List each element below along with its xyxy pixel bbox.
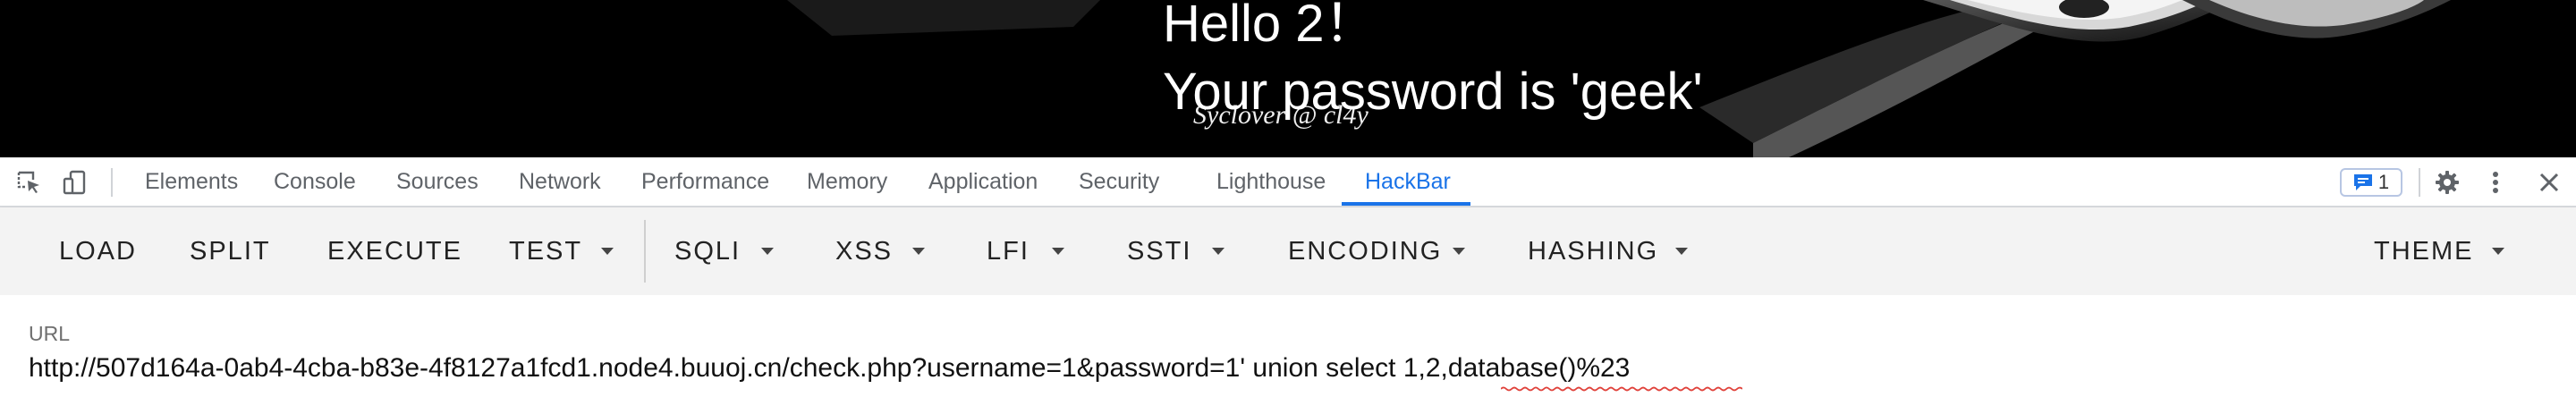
more-options-icon[interactable] (2479, 166, 2512, 198)
devtools-tab-bar: Elements Console Sources Network Perform… (0, 157, 2576, 207)
tab-security[interactable]: Security (1079, 157, 1159, 206)
url-input[interactable]: http://507d164a-0ab4-4cba-b83e-4f8127a1f… (29, 351, 2551, 386)
chevron-down-icon (2492, 248, 2504, 255)
tab-application[interactable]: Application (928, 157, 1038, 206)
issues-badge[interactable]: 1 (2340, 168, 2402, 197)
load-button[interactable]: LOAD (59, 207, 137, 295)
xss-menu-button[interactable]: XSS (835, 207, 893, 295)
tab-console[interactable]: Console (274, 157, 356, 206)
lfi-menu-button[interactable]: LFI (987, 207, 1030, 295)
page-viewport: Hello 2！ Syclover @ cl4y Your password i… (0, 0, 2576, 157)
toolbar-divider (2419, 168, 2420, 197)
ssti-menu-button[interactable]: SSTI (1127, 207, 1191, 295)
message-icon (2353, 174, 2372, 190)
active-tab-indicator (1342, 202, 1470, 206)
password-message: Your password is 'geek' (1163, 63, 1703, 121)
chevron-down-icon (1675, 248, 1688, 255)
hello-message: Hello 2！ (1163, 0, 1377, 53)
tab-sources[interactable]: Sources (396, 157, 479, 206)
url-label: URL (29, 322, 71, 345)
tab-hackbar[interactable]: HackBar (1365, 157, 1451, 206)
hackbar-toolbar: LOAD SPLIT EXECUTE TEST SQLI XSS LFI SST… (0, 207, 2576, 295)
chevron-down-icon (1052, 248, 1064, 255)
tab-lighthouse[interactable]: Lighthouse (1216, 157, 1326, 206)
sqli-menu-button[interactable]: SQLI (674, 207, 741, 295)
tab-performance[interactable]: Performance (641, 157, 769, 206)
chevron-down-icon (912, 248, 925, 255)
split-button[interactable]: SPLIT (190, 207, 271, 295)
tab-elements[interactable]: Elements (145, 157, 238, 206)
chevron-down-icon (1212, 248, 1224, 255)
spellcheck-underline (1501, 386, 1742, 392)
theme-menu-button[interactable]: THEME (2374, 207, 2474, 295)
hashing-menu-button[interactable]: HASHING (1528, 207, 1658, 295)
inspect-element-icon[interactable] (13, 166, 45, 198)
chevron-down-icon (761, 248, 774, 255)
tab-memory[interactable]: Memory (807, 157, 887, 206)
toolbar-divider (644, 220, 646, 283)
issues-count: 1 (2377, 171, 2390, 193)
encoding-menu-button[interactable]: ENCODING (1288, 207, 1442, 295)
toolbar-divider (111, 168, 113, 197)
gear-icon[interactable] (2431, 166, 2463, 198)
tab-network[interactable]: Network (519, 157, 601, 206)
chevron-down-icon (1453, 248, 1465, 255)
url-field-container: URL http://507d164a-0ab4-4cba-b83e-4f812… (0, 295, 2576, 397)
chevron-down-icon (601, 248, 614, 255)
close-icon[interactable] (2533, 166, 2565, 198)
test-menu-button[interactable]: TEST (509, 207, 582, 295)
device-toolbar-icon[interactable] (59, 166, 91, 198)
execute-button[interactable]: EXECUTE (327, 207, 462, 295)
